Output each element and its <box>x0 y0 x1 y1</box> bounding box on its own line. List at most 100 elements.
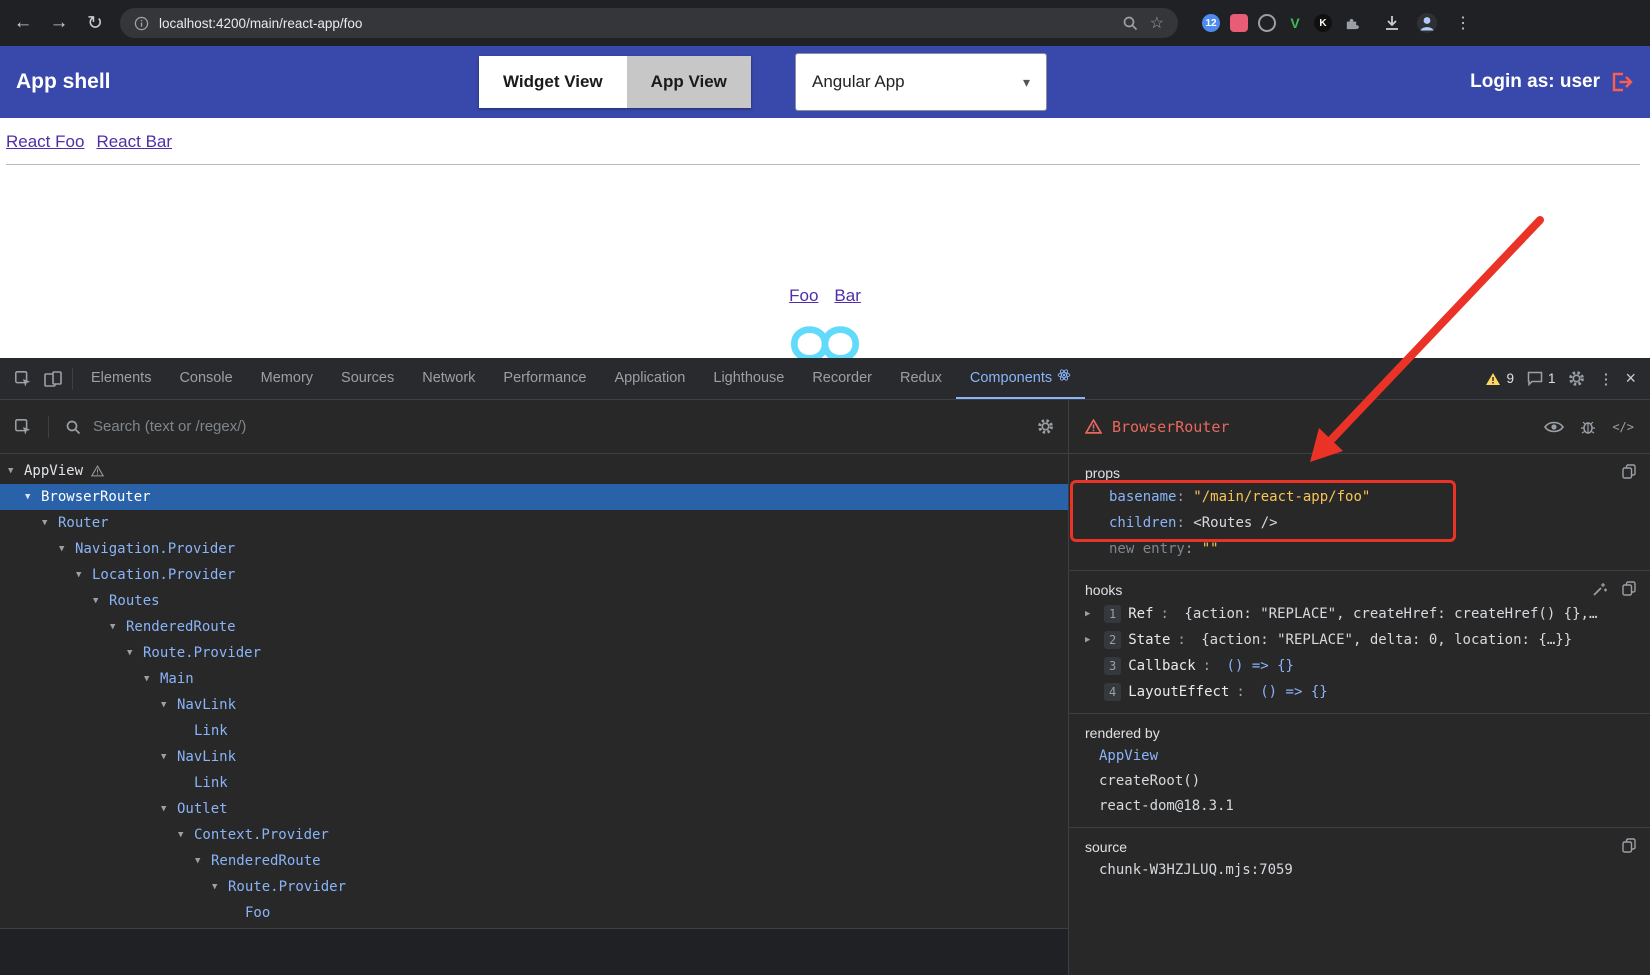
expand-arrow-icon[interactable]: ▶ <box>1085 609 1097 619</box>
expand-arrow-icon[interactable]: ▼ <box>25 492 41 502</box>
tree-row-navlink[interactable]: ▼ NavLink <box>0 692 1068 718</box>
devtools-tab-application[interactable]: Application <box>600 358 699 399</box>
login-button[interactable]: Login as: user <box>1470 71 1634 93</box>
forward-button[interactable]: → <box>48 12 70 34</box>
expand-arrow-icon[interactable]: ▼ <box>195 856 211 866</box>
nav-link-react-foo[interactable]: React Foo <box>6 132 84 152</box>
expand-arrow-icon[interactable]: ▼ <box>42 518 58 528</box>
rendered-by-react-dom-18-3-1: react-dom@18.3.1 <box>1085 794 1638 819</box>
warnings-badge[interactable]: 9 <box>1485 371 1514 386</box>
devtools-tab-sources[interactable]: Sources <box>327 358 408 399</box>
downloads-icon[interactable] <box>1382 13 1402 33</box>
tree-row-navigation-provider[interactable]: ▼ Navigation.Provider <box>0 536 1068 562</box>
expand-arrow-icon[interactable]: ▼ <box>161 752 177 762</box>
puzzle-extension-icon[interactable] <box>1342 14 1360 32</box>
debug-bug-icon[interactable] <box>1580 419 1596 435</box>
back-button[interactable]: ← <box>12 12 34 34</box>
hook-row-ref[interactable]: ▶ 1 Ref: {action: "REPLACE", createHref: c… <box>1085 601 1638 627</box>
nav-link-bar[interactable]: Bar <box>834 286 860 306</box>
tree-row-navlink[interactable]: ▼ NavLink <box>0 744 1068 770</box>
prop-new-entry-row[interactable]: new entry: "" <box>1085 536 1638 562</box>
devtools-tab-elements[interactable]: Elements <box>77 358 165 399</box>
adblock-extension-icon[interactable] <box>1230 14 1248 32</box>
tree-row-link[interactable]: Link <box>0 770 1068 796</box>
tree-row-location-provider[interactable]: ▼ Location.Provider <box>0 562 1068 588</box>
tree-row-routes[interactable]: ▼ Routes <box>0 588 1068 614</box>
expand-arrow-icon[interactable]: ▼ <box>110 622 126 632</box>
profile-avatar[interactable] <box>1416 12 1438 34</box>
component-tree: ▼ AppView ▼ BrowserRouter ▼ Router ▼ Navigation… <box>0 454 1068 975</box>
tree-row-link[interactable]: Link <box>0 718 1068 744</box>
copy-hooks-icon[interactable] <box>1622 581 1636 597</box>
devtools-tab-components[interactable]: Components <box>956 358 1085 399</box>
ring-extension-icon[interactable] <box>1258 14 1276 32</box>
devtools-menu-icon[interactable]: ⋮ <box>1598 370 1613 388</box>
hook-row-state[interactable]: ▶ 2 State: {action: "REPLACE", delta: 0, l… <box>1085 627 1638 653</box>
issues-badge[interactable]: 1 <box>1527 371 1556 386</box>
expand-arrow-icon[interactable]: ▼ <box>127 648 143 658</box>
tree-row-outlet[interactable]: ▼ Outlet <box>0 796 1068 822</box>
reload-button[interactable]: ↻ <box>84 12 106 35</box>
tree-row-foo[interactable]: Foo <box>0 900 1068 926</box>
suspense-eye-icon[interactable] <box>1544 420 1565 434</box>
bookmark-star-icon[interactable]: ☆ <box>1150 13 1164 33</box>
devtools-close-icon[interactable]: × <box>1625 368 1636 389</box>
view-source-icon[interactable]: </> <box>1612 420 1634 434</box>
devtools-tab-redux[interactable]: Redux <box>886 358 956 399</box>
widget-view-button[interactable]: Widget View <box>479 56 627 108</box>
parse-hooks-wand-icon[interactable] <box>1592 581 1608 597</box>
expand-arrow-icon[interactable]: ▼ <box>76 570 92 580</box>
app-view-button[interactable]: App View <box>626 56 751 108</box>
expand-arrow-icon[interactable]: ▼ <box>161 804 177 814</box>
zoom-icon[interactable] <box>1122 15 1138 31</box>
copy-props-icon[interactable] <box>1622 464 1636 479</box>
expand-arrow-icon[interactable]: ▼ <box>178 830 194 840</box>
tree-row-route-provider[interactable]: ▼ Route.Provider <box>0 874 1068 900</box>
tree-row-renderedroute[interactable]: ▼ RenderedRoute <box>0 614 1068 640</box>
devtools-tab-console[interactable]: Console <box>165 358 246 399</box>
prop-row-children[interactable]: children: <Routes /> <box>1085 510 1638 536</box>
updates-badge-extension-icon[interactable]: 12 <box>1202 14 1220 32</box>
tree-row-appview[interactable]: ▼ AppView <box>0 458 1068 484</box>
expand-arrow-icon[interactable]: ▼ <box>212 882 228 892</box>
rendered-by-appview[interactable]: AppView <box>1085 744 1638 769</box>
tree-row-route-provider[interactable]: ▼ Route.Provider <box>0 640 1068 666</box>
devtools-tab-lighthouse[interactable]: Lighthouse <box>699 358 798 399</box>
select-component-icon[interactable] <box>14 418 32 436</box>
devtools-tab-memory[interactable]: Memory <box>247 358 327 399</box>
expand-arrow-icon[interactable]: ▶ <box>1085 635 1097 645</box>
browser-menu-icon[interactable]: ⋮ <box>1452 13 1474 33</box>
prop-row-basename[interactable]: basename: "/main/react-app/foo" <box>1085 484 1638 510</box>
hook-row-callback[interactable]: 3 Callback: () => {} <box>1085 653 1638 679</box>
inspect-element-icon[interactable] <box>8 370 38 388</box>
message-count: 1 <box>1547 371 1556 386</box>
expand-arrow-icon[interactable]: ▼ <box>93 596 109 606</box>
devtools-tab-performance[interactable]: Performance <box>489 358 600 399</box>
hook-row-layouteffect[interactable]: 4 LayoutEffect: () => {} <box>1085 679 1638 705</box>
expand-arrow-icon[interactable]: ▼ <box>161 700 177 710</box>
tree-row-context-provider[interactable]: ▼ Context.Provider <box>0 822 1068 848</box>
tree-row-browserrouter[interactable]: ▼ BrowserRouter <box>0 484 1068 510</box>
k-extension-icon[interactable]: K <box>1314 14 1332 32</box>
expand-arrow-icon[interactable]: ▼ <box>8 466 24 476</box>
app-select-dropdown[interactable]: Angular App ▾ <box>795 53 1047 111</box>
v-extension-icon[interactable]: V <box>1286 14 1304 32</box>
nav-link-foo[interactable]: Foo <box>789 286 818 306</box>
tree-row-main[interactable]: ▼ Main <box>0 666 1068 692</box>
devtools-tab-recorder[interactable]: Recorder <box>798 358 886 399</box>
hooks-rows: ▶ 1 Ref: {action: "REPLACE", createHref: c… <box>1085 601 1638 705</box>
address-bar[interactable]: localhost:4200/main/react-app/foo ☆ <box>120 8 1178 38</box>
copy-source-icon[interactable] <box>1622 838 1636 853</box>
tree-row-router[interactable]: ▼ Router <box>0 510 1068 536</box>
tree-row-renderedroute[interactable]: ▼ RenderedRoute <box>0 848 1068 874</box>
components-search-input[interactable] <box>93 418 1025 435</box>
device-toolbar-icon[interactable] <box>38 370 68 387</box>
devtools-settings-icon[interactable] <box>1568 370 1585 387</box>
site-info-icon[interactable] <box>134 16 149 31</box>
expand-arrow-icon[interactable]: ▼ <box>59 544 75 554</box>
devtools-tab-network[interactable]: Network <box>408 358 489 399</box>
nav-link-react-bar[interactable]: React Bar <box>96 132 172 152</box>
expand-arrow-icon[interactable]: ▼ <box>144 674 160 684</box>
owner-link[interactable]: AppView <box>1099 748 1158 764</box>
tree-settings-gear-icon[interactable] <box>1037 418 1054 435</box>
